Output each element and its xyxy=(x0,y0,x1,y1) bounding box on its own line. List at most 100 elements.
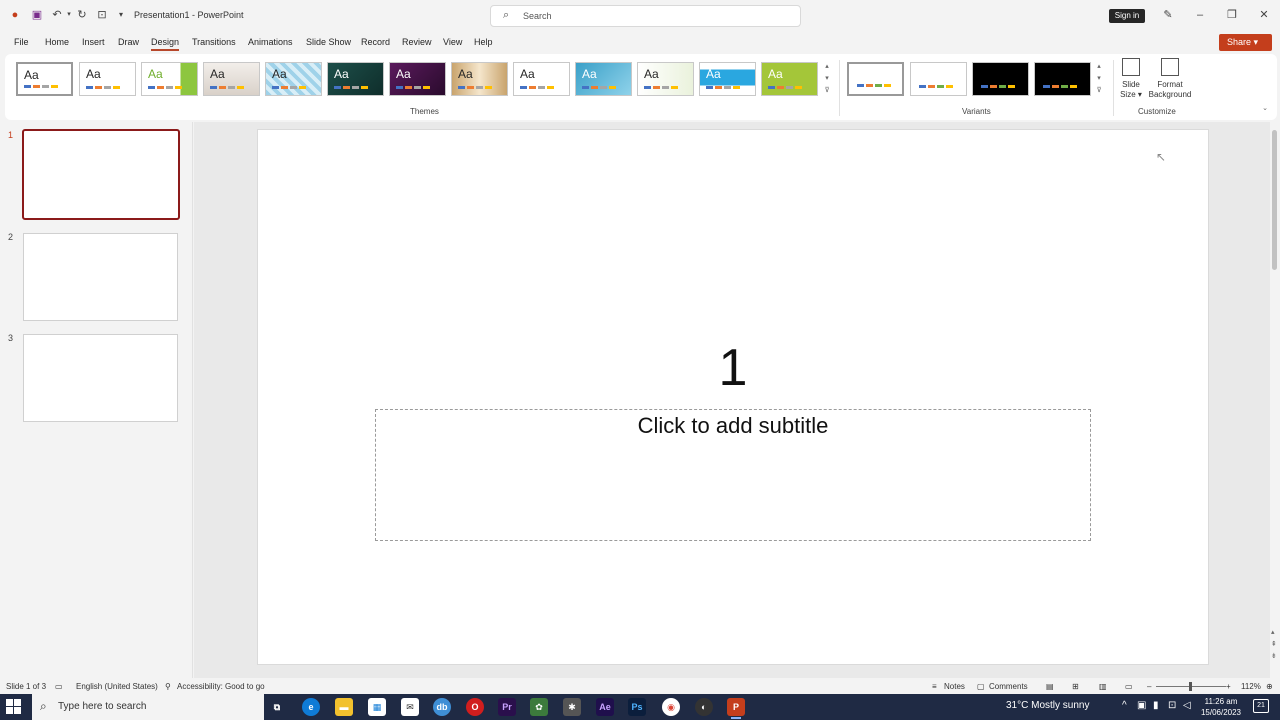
powerpoint-icon[interactable]: P xyxy=(727,698,745,719)
tab-help[interactable]: Help xyxy=(474,37,493,47)
variant-1[interactable] xyxy=(847,62,904,96)
tab-home[interactable]: Home xyxy=(45,37,69,47)
present-icon[interactable]: ⊡ xyxy=(95,8,109,22)
theme-facet[interactable]: Aa xyxy=(141,62,198,96)
normal-view-icon[interactable]: ▤ xyxy=(1046,682,1054,691)
variant-4[interactable] xyxy=(1034,62,1091,96)
app-icon-2[interactable]: ✿ xyxy=(530,698,548,716)
windows-start-icon[interactable] xyxy=(6,699,22,715)
slide-thumbnail-1[interactable] xyxy=(22,129,180,220)
minimize-icon[interactable]: – xyxy=(1193,8,1207,22)
theme-integral[interactable]: Aa xyxy=(203,62,260,96)
volume-icon[interactable]: ◁ xyxy=(1183,700,1191,711)
mail-icon[interactable]: ✉ xyxy=(401,698,419,716)
tab-view[interactable]: View xyxy=(443,37,462,47)
language[interactable]: English (United States) xyxy=(76,682,158,691)
photoshop-icon[interactable]: Ps xyxy=(628,698,646,716)
format-background-button[interactable]: Format Background xyxy=(1146,58,1194,100)
tray-app-icon[interactable]: ▣ xyxy=(1137,700,1146,711)
theme-retrospect[interactable]: Aa xyxy=(451,62,508,96)
tab-slide-show[interactable]: Slide Show xyxy=(306,37,351,47)
collapse-ribbon-icon[interactable]: ⌄ xyxy=(1260,104,1270,114)
store-icon[interactable]: ▦ xyxy=(368,698,386,716)
scroll-up-icon[interactable]: ▴ xyxy=(1271,628,1275,636)
theme-berlin[interactable]: Aa xyxy=(699,62,756,96)
tab-animations[interactable]: Animations xyxy=(248,37,293,47)
app-icon-3[interactable]: ✱ xyxy=(563,698,581,716)
redo-icon[interactable]: ↻ xyxy=(75,8,89,22)
theme-office-2[interactable]: Aa xyxy=(79,62,136,96)
variants-scroll-down-icon[interactable]: ▾ xyxy=(1094,74,1104,84)
variant-2[interactable] xyxy=(910,62,967,96)
theme-ion-boardroom[interactable]: Aa xyxy=(265,62,322,96)
comments-icon: ▢ xyxy=(977,682,985,691)
zoom-level[interactable]: 112% xyxy=(1241,682,1261,691)
taskbar-search-input[interactable]: ⌕ Type here to search xyxy=(32,694,264,720)
scrollbar-thumb[interactable] xyxy=(1272,130,1277,270)
slide-size-button[interactable]: Slide Size ▾ xyxy=(1119,58,1143,100)
tab-draw[interactable]: Draw xyxy=(118,37,139,47)
variant-3[interactable] xyxy=(972,62,1029,96)
themes-more-icon[interactable]: ⊽ xyxy=(822,86,832,96)
zoom-slider-handle[interactable] xyxy=(1189,682,1192,691)
edge-icon[interactable]: e xyxy=(302,698,320,716)
accessibility-status[interactable]: Accessibility: Good to go xyxy=(177,682,265,691)
theme-ion[interactable]: Aa xyxy=(327,62,384,96)
slide-show-icon[interactable]: ▭ xyxy=(1125,682,1133,691)
slide-title[interactable]: 1 xyxy=(258,338,1208,398)
app-icon-4[interactable]: ◐ xyxy=(695,698,713,716)
theme-organic[interactable]: Aa xyxy=(389,62,446,96)
chrome-icon[interactable]: ◉ xyxy=(662,698,680,716)
tab-insert[interactable]: Insert xyxy=(82,37,105,47)
theme-savon[interactable]: Aa xyxy=(637,62,694,96)
previous-slide-icon[interactable]: ⇞ xyxy=(1271,640,1277,648)
system-clock[interactable]: 11:26 am 15/06/2023 xyxy=(1198,696,1244,718)
network-icon[interactable]: ⊡ xyxy=(1168,700,1176,711)
customize-quick-access-icon[interactable]: ▾ xyxy=(114,8,128,22)
slide-thumbnail-2[interactable] xyxy=(23,233,178,321)
tab-design[interactable]: Design xyxy=(151,37,180,51)
app-icon[interactable]: db xyxy=(433,698,451,716)
spelling-icon[interactable]: ▭ xyxy=(55,682,63,691)
reading-view-icon[interactable]: ▥ xyxy=(1099,682,1107,691)
variants-scroll-up-icon[interactable]: ▴ xyxy=(1094,62,1104,72)
notifications-icon[interactable]: 21 xyxy=(1253,699,1269,713)
weather-widget[interactable]: 31°C Mostly sunny xyxy=(1006,700,1089,711)
opera-icon[interactable]: O xyxy=(466,698,484,716)
search-input[interactable]: ⌕ Search xyxy=(490,5,801,27)
themes-scroll-down-icon[interactable]: ▾ xyxy=(822,74,832,84)
slide-canvas[interactable]: 1 Click to add subtitle xyxy=(257,129,1209,665)
subtitle-placeholder[interactable]: Click to add subtitle xyxy=(375,409,1091,541)
zoom-out-icon[interactable]: – xyxy=(1147,682,1151,691)
comments-button[interactable]: Comments xyxy=(989,682,1028,691)
pen-icon[interactable]: ✎ xyxy=(1161,8,1175,22)
show-hidden-icons-icon[interactable]: ^ xyxy=(1122,700,1127,711)
file-explorer-icon[interactable]: ▬ xyxy=(335,698,353,716)
save-icon[interactable]: ▣ xyxy=(30,8,44,22)
theme-gallery[interactable]: Aa xyxy=(761,62,818,96)
sign-in-button[interactable]: Sign in xyxy=(1109,9,1145,23)
theme-slice[interactable]: Aa xyxy=(513,62,570,96)
vertical-scrollbar[interactable]: ▴ ⇞ ⇟ xyxy=(1270,122,1280,678)
close-icon[interactable]: ✕ xyxy=(1257,8,1271,22)
share-button[interactable]: Share ▾ xyxy=(1219,34,1272,51)
next-slide-icon[interactable]: ⇟ xyxy=(1271,652,1277,660)
variants-more-icon[interactable]: ⊽ xyxy=(1094,86,1104,96)
tab-transitions[interactable]: Transitions xyxy=(192,37,236,47)
zoom-in-icon[interactable]: + xyxy=(1226,682,1231,691)
restore-icon[interactable]: ❐ xyxy=(1225,8,1239,22)
task-view-icon[interactable]: ⧉ xyxy=(268,698,286,716)
theme-office[interactable]: Aa xyxy=(16,62,73,96)
premiere-pro-icon[interactable]: Pr xyxy=(498,698,516,716)
tab-file[interactable]: File xyxy=(14,37,29,47)
theme-wisp[interactable]: Aa xyxy=(575,62,632,96)
fit-to-window-icon[interactable]: ⊕ xyxy=(1266,682,1273,691)
after-effects-icon[interactable]: Ae xyxy=(596,698,614,716)
tab-record[interactable]: Record xyxy=(361,37,390,47)
slide-thumbnail-3[interactable] xyxy=(23,334,178,422)
themes-scroll-up-icon[interactable]: ▴ xyxy=(822,62,832,72)
slide-sorter-icon[interactable]: ⊞ xyxy=(1072,682,1079,691)
undo-dropdown-icon[interactable]: ▾ xyxy=(62,8,76,22)
tab-review[interactable]: Review xyxy=(402,37,432,47)
notes-button[interactable]: Notes xyxy=(944,682,965,691)
